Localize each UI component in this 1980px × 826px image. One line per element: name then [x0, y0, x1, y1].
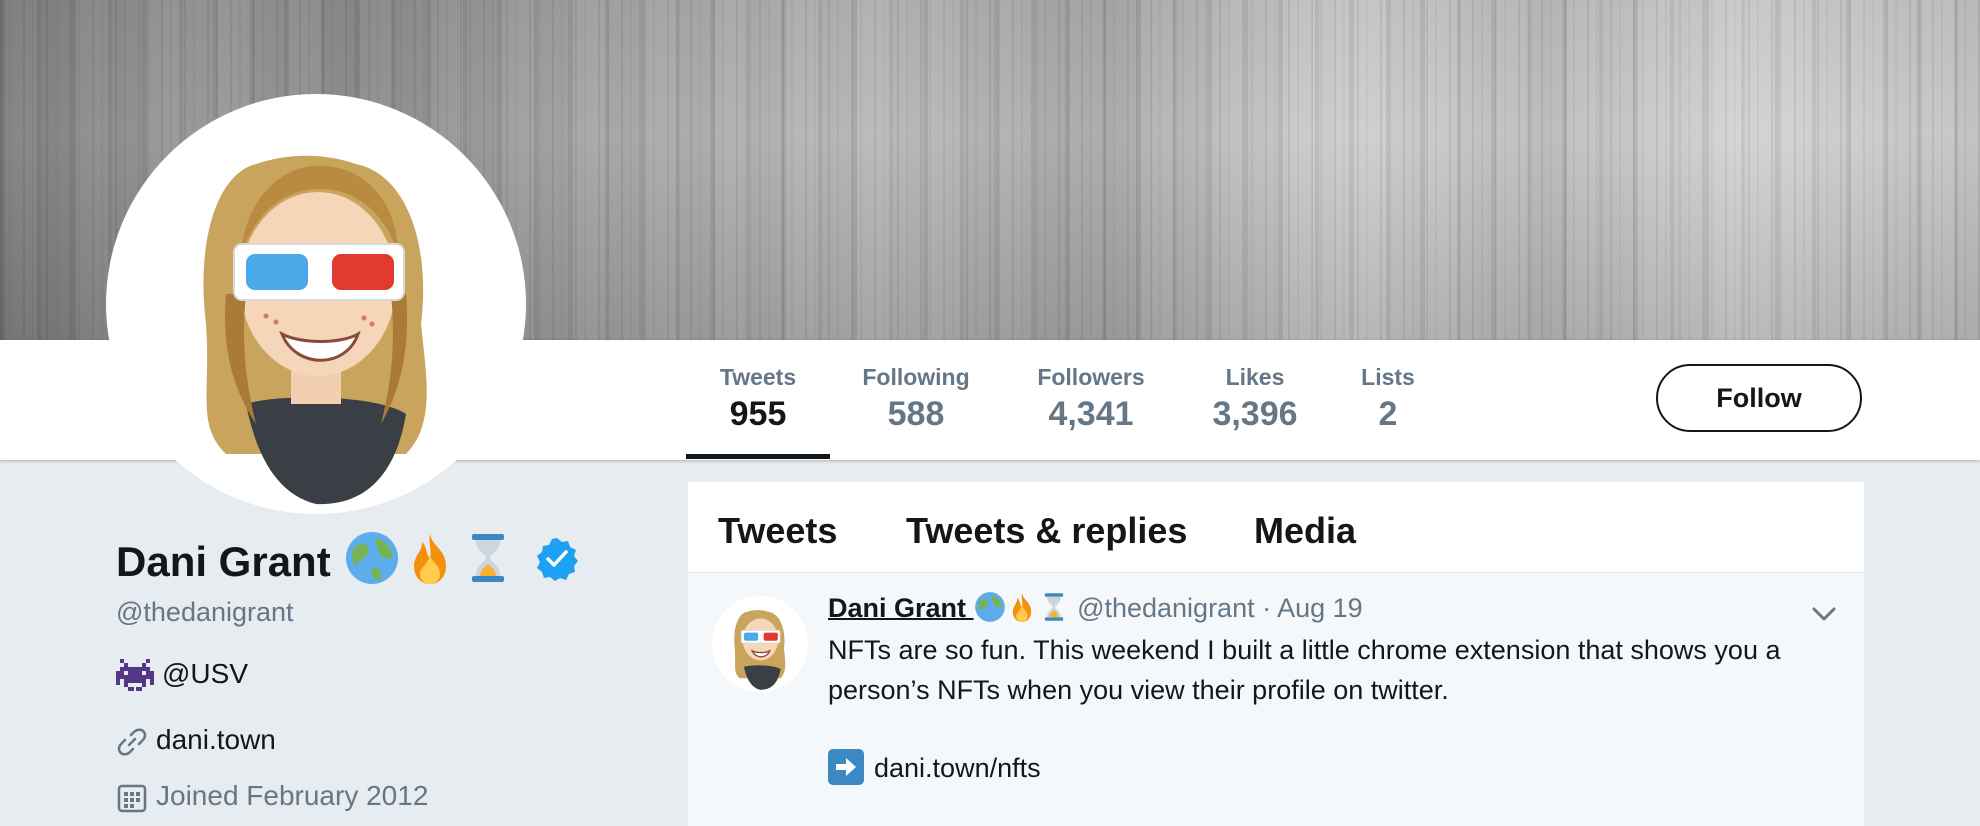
fire-icon [414, 534, 446, 584]
joined-row: Joined February 2012 [116, 778, 428, 814]
tab-media[interactable]: Media [1254, 508, 1356, 554]
stat-tweets[interactable]: Tweets 955 [686, 362, 830, 436]
verified-badge-icon [537, 538, 578, 581]
tab-tweets[interactable]: Tweets [718, 508, 837, 554]
tweet-link-row: dani.town/nfts [828, 748, 1041, 788]
stat-value: 955 [729, 395, 787, 433]
tweet-handle-date: @thedanigrant · Aug 19 [1077, 593, 1363, 623]
fire-icon [1012, 593, 1031, 622]
avatar-illustration [203, 155, 427, 505]
stat-value: 3,396 [1212, 395, 1298, 433]
tweet-author[interactable]: Dani Grant [828, 592, 1070, 623]
tweet-avatar-illustration [734, 610, 786, 690]
tab-tweets-replies[interactable]: Tweets & replies [906, 508, 1187, 554]
website-link[interactable]: dani.town [156, 724, 276, 755]
follow-button[interactable]: Follow [1656, 364, 1862, 432]
tweet-text: NFTs are so fun. This weekend I built a … [828, 635, 1781, 705]
stat-value: 588 [887, 395, 945, 433]
stat-label: Tweets [719, 364, 797, 390]
website-row: dani.town [116, 722, 276, 758]
calendar-icon [117, 784, 147, 812]
chevron-down-icon[interactable] [1808, 598, 1840, 630]
tweet-author-name: Dani Grant [828, 593, 967, 623]
stat-followers[interactable]: Followers 4,341 [1022, 362, 1160, 436]
hourglass-icon [1044, 593, 1063, 621]
bio-line: @USV [116, 656, 248, 693]
tweet-link[interactable]: dani.town/nfts [874, 753, 1041, 783]
hourglass-icon [472, 534, 504, 582]
link-icon [117, 728, 147, 756]
stat-label: Following [862, 364, 970, 390]
joined-date: Joined February 2012 [156, 780, 429, 811]
stat-value: 4,341 [1048, 395, 1134, 433]
tweet-header: Dani Grant @thedanigrant · Aug 19 [828, 590, 1363, 626]
right-arrow-icon [828, 748, 864, 785]
profile-name: Dani Grant [116, 538, 331, 585]
stat-following[interactable]: Following 588 [848, 362, 984, 436]
stat-label: Likes [1225, 364, 1285, 390]
stat-value: 2 [1378, 395, 1398, 433]
stat-label: Lists [1361, 364, 1415, 390]
space-invader-icon [116, 658, 154, 691]
profile-handle: @thedanigrant [116, 597, 294, 627]
profile-avatar[interactable] [106, 94, 526, 514]
tweet-avatar[interactable] [712, 596, 808, 692]
stat-likes[interactable]: Likes 3,396 [1196, 362, 1314, 436]
stat-label: Followers [1037, 364, 1145, 390]
active-stat-indicator [686, 454, 830, 459]
globe-icon [346, 532, 398, 584]
bio-mention[interactable]: @USV [162, 658, 248, 689]
stat-lists[interactable]: Lists 2 [1346, 362, 1430, 436]
globe-icon [974, 592, 1005, 622]
